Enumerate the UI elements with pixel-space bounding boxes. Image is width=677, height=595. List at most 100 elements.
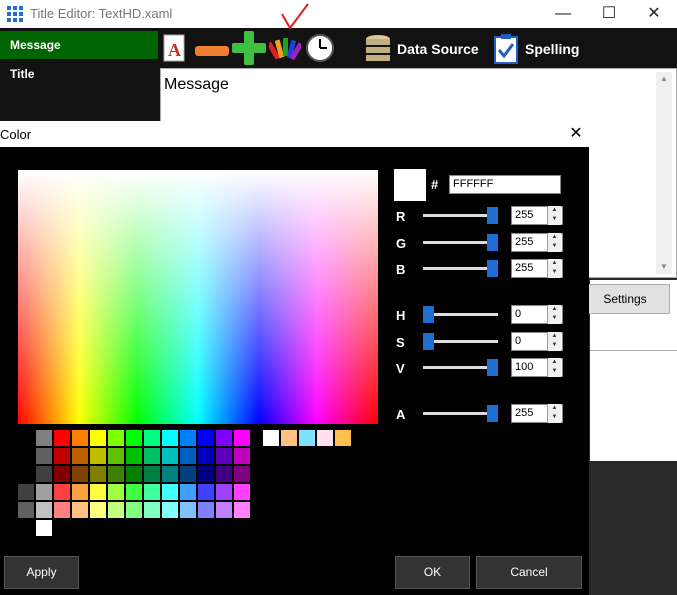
palette-swatch[interactable] [108, 448, 124, 464]
palette-swatch[interactable] [18, 484, 34, 500]
spelling-button[interactable]: Spelling [525, 41, 579, 57]
palette-swatch[interactable] [36, 484, 52, 500]
spin-arrows-icon[interactable]: ▲ ▼ [547, 259, 561, 278]
palette-swatch[interactable] [108, 430, 124, 446]
palette-swatch[interactable] [54, 502, 70, 518]
recent-color-swatch[interactable] [299, 430, 315, 446]
palette-swatch[interactable] [36, 520, 52, 536]
palette-swatch[interactable] [162, 466, 178, 482]
recent-color-swatch[interactable] [335, 430, 351, 446]
recent-color-swatch[interactable] [263, 430, 279, 446]
palette-swatch[interactable] [108, 466, 124, 482]
palette-swatch[interactable] [180, 484, 196, 500]
palette-swatch[interactable] [36, 448, 52, 464]
palette-swatch[interactable] [234, 430, 250, 446]
palette-swatch[interactable] [144, 466, 160, 482]
palette-swatch[interactable] [162, 430, 178, 446]
cancel-button[interactable]: Cancel [476, 556, 582, 589]
palette-swatch[interactable] [234, 466, 250, 482]
slider-thumb-a[interactable] [487, 405, 498, 422]
palette-swatch[interactable] [126, 484, 142, 500]
palette-swatch[interactable] [90, 502, 106, 518]
color-spectrum[interactable] [18, 170, 378, 424]
palette-swatch[interactable] [36, 466, 52, 482]
slider-track-h[interactable] [423, 313, 498, 316]
editor-scrollbar[interactable] [656, 72, 672, 274]
palette-swatch[interactable] [180, 466, 196, 482]
palette-swatch[interactable] [198, 484, 214, 500]
palette-swatch[interactable] [144, 502, 160, 518]
palette-swatch[interactable] [36, 430, 52, 446]
add-icon[interactable] [232, 31, 266, 70]
palette-swatch[interactable] [198, 448, 214, 464]
maximize-button[interactable]: ☐ [586, 0, 632, 28]
slider-thumb-r[interactable] [487, 207, 498, 224]
spin-arrows-icon[interactable]: ▲ ▼ [547, 358, 561, 377]
spin-arrows-icon[interactable]: ▲ ▼ [547, 206, 561, 225]
palette-swatch[interactable] [234, 484, 250, 500]
sidebar-item-message[interactable]: Message [0, 31, 158, 59]
palette-swatch[interactable] [72, 484, 88, 500]
palette-swatch[interactable] [216, 502, 232, 518]
palette-swatch[interactable] [180, 502, 196, 518]
palette-swatch[interactable] [180, 430, 196, 446]
palette-swatch[interactable] [54, 466, 70, 482]
palette-swatch[interactable] [162, 448, 178, 464]
text-style-icon[interactable]: A [163, 34, 187, 67]
palette-swatch[interactable] [180, 448, 196, 464]
palette-swatch[interactable] [90, 484, 106, 500]
palette-swatch[interactable] [108, 502, 124, 518]
hex-input[interactable]: FFFFFF [449, 175, 561, 194]
settings-button[interactable]: Settings [580, 284, 670, 314]
palette-swatch[interactable] [90, 448, 106, 464]
palette-swatch[interactable] [36, 502, 52, 518]
palette-swatch[interactable] [126, 430, 142, 446]
palette-swatch[interactable] [126, 448, 142, 464]
palette-swatch[interactable] [198, 430, 214, 446]
palette-swatch[interactable] [54, 484, 70, 500]
palette-swatch[interactable] [198, 466, 214, 482]
slider-track-s[interactable] [423, 340, 498, 343]
palette-swatch[interactable] [54, 448, 70, 464]
palette-swatch[interactable] [72, 430, 88, 446]
palette-swatch[interactable] [234, 448, 250, 464]
window-close-button[interactable]: ✕ [631, 0, 677, 28]
palette-swatch[interactable] [126, 502, 142, 518]
palette-swatch[interactable] [18, 502, 34, 518]
apply-button[interactable]: Apply [4, 556, 79, 589]
palette-swatch[interactable] [216, 430, 232, 446]
recent-color-swatch[interactable] [317, 430, 333, 446]
palette-swatch[interactable] [54, 430, 70, 446]
palette-swatch[interactable] [198, 502, 214, 518]
slider-thumb-b[interactable] [487, 260, 498, 277]
palette-swatch[interactable] [72, 466, 88, 482]
minimize-button[interactable]: — [540, 0, 586, 28]
spin-arrows-icon[interactable]: ▲ ▼ [547, 305, 561, 324]
scroll-down-icon[interactable]: ▼ [656, 262, 672, 271]
palette-swatch[interactable] [216, 466, 232, 482]
database-icon[interactable] [364, 34, 392, 69]
palette-swatch[interactable] [234, 502, 250, 518]
palette-swatch[interactable] [72, 502, 88, 518]
palette-swatch[interactable] [144, 484, 160, 500]
palette-swatch[interactable] [216, 484, 232, 500]
palette-swatch[interactable] [144, 430, 160, 446]
palette-swatch[interactable] [90, 430, 106, 446]
palette-swatch[interactable] [72, 448, 88, 464]
clock-icon[interactable] [305, 33, 335, 68]
scroll-up-icon[interactable]: ▲ [656, 74, 672, 83]
palette-swatch[interactable] [90, 466, 106, 482]
slider-thumb-h[interactable] [423, 306, 434, 323]
data-source-button[interactable]: Data Source [397, 41, 479, 57]
spin-arrows-icon[interactable]: ▲ ▼ [547, 332, 561, 351]
palette-swatch[interactable] [216, 448, 232, 464]
palette-swatch[interactable] [162, 484, 178, 500]
clipboard-check-icon[interactable] [494, 34, 518, 69]
spin-arrows-icon[interactable]: ▲ ▼ [547, 233, 561, 252]
slider-thumb-s[interactable] [423, 333, 434, 350]
remove-icon[interactable] [195, 43, 229, 61]
spin-arrows-icon[interactable]: ▲ ▼ [547, 404, 561, 423]
slider-thumb-g[interactable] [487, 234, 498, 251]
recent-color-swatch[interactable] [281, 430, 297, 446]
palette-swatch[interactable] [108, 484, 124, 500]
